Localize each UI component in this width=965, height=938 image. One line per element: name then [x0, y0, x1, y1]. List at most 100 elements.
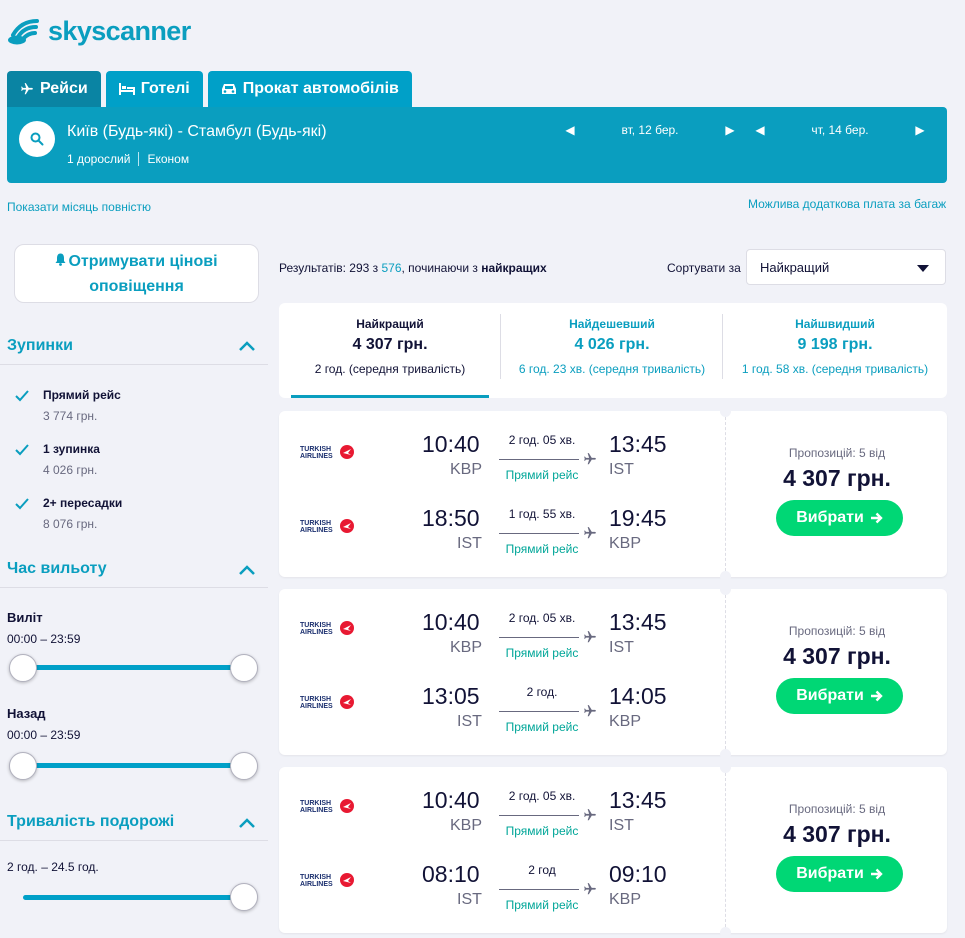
- tab-hotels-label: Готелі: [140, 80, 190, 97]
- baggage-fee-link[interactable]: Можлива додаткова плата за багаж: [748, 197, 946, 211]
- chevron-up-icon[interactable]: [238, 817, 256, 829]
- summary-cheapest-duration: 6 год. 23 хв. (середня тривалість): [518, 362, 706, 376]
- ticket-notch: [720, 762, 731, 773]
- results-prefix: Результатів: 293 з: [279, 261, 382, 275]
- tab-hotels[interactable]: Готелі: [105, 71, 203, 107]
- leg-stops: Прямий рейс: [505, 646, 579, 660]
- stops-option-one-stop-price: 4 026 грн.: [43, 463, 98, 477]
- passengers-cabin[interactable]: 1 дорослий Економ: [67, 152, 189, 166]
- check-icon[interactable]: [14, 496, 30, 512]
- turkish-airlines-logo: TURKISH AIRLINES: [300, 799, 354, 814]
- offers-count: Пропозицій: 5 від: [788, 446, 886, 460]
- return-slider-min-handle[interactable]: [9, 752, 37, 780]
- leg-arrival-airport: KBP: [609, 713, 642, 730]
- return-prev-date-button[interactable]: ◀: [753, 123, 767, 137]
- price-alert-button[interactable]: Отримувати цінові оповіщення: [14, 244, 259, 303]
- edit-search-button[interactable]: [19, 121, 55, 157]
- stops-option-direct-price: 3 774 грн.: [43, 409, 98, 423]
- flight-result-card[interactable]: TURKISH AIRLINES 10:40 KBP 2 год. 05 хв.…: [279, 762, 947, 938]
- tab-car-hire[interactable]: Прокат автомобілів: [207, 71, 412, 107]
- leg-stops: Прямий рейс: [505, 898, 579, 912]
- return-time-range: 00:00 – 23:59: [7, 728, 81, 742]
- ticket-notch: [720, 584, 731, 595]
- summary-cheapest-price: 4 026 грн.: [574, 336, 650, 353]
- leg-arrival-time: 13:45: [609, 787, 667, 813]
- leg-arrival-airport: KBP: [609, 535, 642, 552]
- flight-result-card[interactable]: TURKISH AIRLINES 10:40 KBP 2 год. 05 хв.…: [279, 406, 947, 582]
- leg-duration: 2 год. 05 хв.: [508, 611, 576, 625]
- duration-slider-track[interactable]: [23, 895, 245, 900]
- stops-option-two-plus[interactable]: 2+ пересадки: [43, 496, 122, 510]
- summary-tab-best[interactable]: Найкращий 4 307 грн. 2 год. (середня три…: [279, 303, 501, 398]
- return-date[interactable]: чт, 14 бер.: [767, 123, 913, 137]
- chevron-up-icon[interactable]: [238, 564, 256, 576]
- stops-option-direct[interactable]: Прямий рейс: [43, 388, 121, 402]
- leg-arrival-time: 13:45: [609, 609, 667, 635]
- return-slider-max-handle[interactable]: [230, 752, 258, 780]
- duration-filter-title[interactable]: Тривалість подорожі: [7, 813, 174, 831]
- summary-cheapest-title: Найдешевший: [569, 317, 655, 331]
- stops-option-one-stop[interactable]: 1 зупинка: [43, 442, 100, 456]
- airline-logo-line1: TURKISH: [300, 800, 331, 807]
- duration-slider-handle[interactable]: [230, 883, 258, 911]
- leg-arrival-airport: IST: [609, 461, 634, 478]
- results-total-link[interactable]: 576: [381, 261, 401, 275]
- leg-arrival-time: 09:10: [609, 861, 667, 887]
- price: 4 307 грн.: [783, 643, 891, 669]
- summary-tab-cheapest[interactable]: Найдешевший 4 026 грн. 6 год. 23 хв. (се…: [501, 303, 723, 398]
- outbound-slider-track[interactable]: [23, 665, 245, 670]
- depart-next-date-button[interactable]: ▶: [723, 123, 737, 137]
- outbound-slider-max-handle[interactable]: [230, 654, 258, 682]
- leg-arrival-time: 19:45: [609, 505, 667, 531]
- check-icon[interactable]: [14, 388, 30, 404]
- leg-arrival-time: 13:45: [609, 431, 667, 457]
- return-slider-track[interactable]: [23, 763, 245, 768]
- leg-line: [499, 711, 579, 712]
- return-next-date-button[interactable]: ▶: [913, 123, 927, 137]
- leg-duration: 2 год. 05 хв.: [508, 433, 576, 447]
- leg-departure-airport: KBP: [450, 461, 483, 478]
- divider: [725, 595, 726, 749]
- airline-logo-line2: AIRLINES: [300, 527, 333, 534]
- leg-stops: Прямий рейс: [505, 468, 579, 482]
- skyscanner-logo[interactable]: skyscanner: [7, 14, 191, 48]
- summary-fastest-title: Найшвидший: [795, 317, 875, 331]
- depart-prev-date-button[interactable]: ◀: [563, 123, 577, 137]
- route-text[interactable]: Київ (Будь-які) - Стамбул (Будь-які): [67, 123, 327, 141]
- select-flight-button[interactable]: Вибрати: [776, 500, 903, 536]
- summary-fastest-duration: 1 год. 58 хв. (середня тривалість): [741, 362, 929, 376]
- leg-duration: 2 год. 05 хв.: [508, 789, 576, 803]
- departure-time-filter-title[interactable]: Час вильоту: [7, 560, 107, 578]
- select-flight-button[interactable]: Вибрати: [776, 856, 903, 892]
- show-whole-month-link[interactable]: Показати місяць повністю: [7, 200, 151, 214]
- stops-option-two-plus-price: 8 076 грн.: [43, 517, 98, 531]
- flight-result-card[interactable]: TURKISH AIRLINES 10:40 KBP 2 год. 05 хв.…: [279, 584, 947, 760]
- outbound-slider-min-handle[interactable]: [9, 654, 37, 682]
- tab-flights-label: Рейси: [40, 80, 88, 97]
- leg-departure-airport: IST: [457, 713, 482, 730]
- summary-tab-fastest[interactable]: Найшвидший 9 198 грн. 1 год. 58 хв. (сер…: [723, 303, 947, 398]
- airline-logo-line1: TURKISH: [300, 874, 331, 881]
- check-icon[interactable]: [14, 442, 30, 458]
- tab-flights[interactable]: Рейси: [7, 71, 101, 107]
- price-alert-line1: Отримувати цінові: [68, 253, 218, 270]
- airline-logo-line2: AIRLINES: [300, 453, 333, 460]
- leg-line: [499, 815, 579, 816]
- turkish-airlines-logo: TURKISH AIRLINES: [300, 695, 354, 710]
- summary-best-duration: 2 год. (середня тривалість): [314, 362, 466, 376]
- sort-select[interactable]: Найкращий: [746, 249, 946, 285]
- price: 4 307 грн.: [783, 821, 891, 847]
- select-flight-button[interactable]: Вибрати: [776, 678, 903, 714]
- separator: [138, 152, 140, 166]
- offers-count: Пропозицій: 5 від: [788, 624, 886, 638]
- leg-line: [499, 889, 579, 890]
- depart-date[interactable]: вт, 12 бер.: [577, 123, 723, 137]
- results-count: Результатів: 293 з 576, починаючи з найк…: [279, 261, 547, 275]
- stops-filter-title[interactable]: Зупинки: [7, 337, 73, 355]
- airline-logo-line1: TURKISH: [300, 696, 331, 703]
- turkish-airlines-logo: TURKISH AIRLINES: [300, 519, 354, 534]
- leg-departure-airport: KBP: [450, 639, 483, 656]
- outbound-label: Виліт: [7, 610, 43, 625]
- price-alert-line2: оповіщення: [89, 278, 184, 296]
- chevron-up-icon[interactable]: [238, 340, 256, 352]
